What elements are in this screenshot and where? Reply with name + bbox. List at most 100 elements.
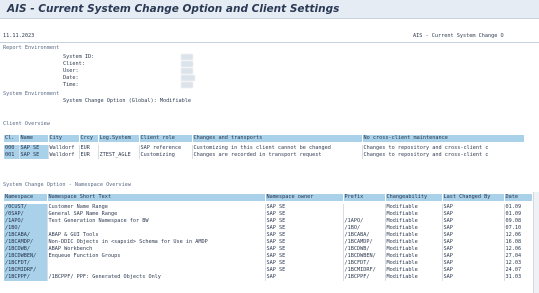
column-header[interactable]: Last Changed By: [442, 194, 505, 201]
cell-city: Walldorf: [48, 152, 80, 159]
cell-date: 12.03: [505, 260, 522, 266]
cell-short-text: Non-DDIC Objects in <sapsid> Schema for …: [47, 239, 266, 246]
field-system-id: System ID:: [63, 54, 95, 60]
cell-currency: EUR: [79, 145, 99, 152]
cell-last-changed-by: SAP: [442, 218, 505, 225]
window-title: AIS - Current System Change Option and C…: [7, 3, 340, 15]
cell-date: 24.07: [505, 267, 522, 273]
cell-namespace: /1BO/: [4, 225, 48, 232]
vertical-scrollbar[interactable]: [533, 192, 539, 293]
cell-short-text: [47, 260, 266, 267]
column-header[interactable]: Prefix: [343, 194, 386, 201]
cell-client: 000: [4, 145, 20, 152]
table-row[interactable]: /1BCPPF/ /1BCPPF/ PPF: Generated Objects…: [4, 274, 532, 281]
cell-changes-transports: Customizing in this client cannot be cha…: [192, 145, 363, 152]
cell-last-changed-by: SAP: [442, 232, 505, 239]
table-header-row: Namespace Namespace Short Text Namespace…: [4, 194, 532, 201]
cell-changeability: Modifiable: [385, 225, 443, 232]
cell-namespace: /1BCAMDP/: [4, 239, 48, 246]
cell-namespace: /1BCMIDRF/: [4, 267, 48, 274]
cell-prefix: /1BCFDT/: [343, 260, 386, 267]
table-row[interactable]: /1APO/ Test Generation Namespace for BW …: [4, 218, 532, 225]
namespace-overview-heading: System Change Option - Namespace Overvie…: [3, 182, 132, 188]
cell-prefix: /1BO/: [343, 225, 386, 232]
column-header[interactable]: Client role: [139, 135, 193, 142]
cell-owner: SAP SE: [265, 260, 344, 267]
cell-date: 16.08: [505, 239, 522, 245]
cell-date: 07.10: [505, 225, 522, 231]
column-header[interactable]: Namespace: [4, 194, 48, 201]
cell-namespace: /0SAP/: [4, 211, 48, 218]
cell-client: 001: [4, 152, 20, 159]
cell-log-system: ZTEST_AGLE: [97, 152, 140, 159]
field-user: User:: [63, 68, 79, 74]
column-header[interactable]: Date: [504, 194, 532, 201]
column-header[interactable]: No cross-client maintenance: [362, 135, 524, 142]
cell-changeability: Modifiable: [385, 232, 443, 239]
column-header[interactable]: Namespace Short Text: [47, 194, 266, 201]
table-row[interactable]: /1BCFDT/ SAP SE /1BCFDT/ Modifiable SAP …: [4, 260, 532, 267]
cell-log-system: [98, 145, 140, 152]
table-row[interactable]: 001 SAP SE Walldorf EUR ZTEST_AGLE Custo…: [4, 152, 524, 159]
table-row[interactable]: /1BO/ SAP SE /1BO/ Modifiable SAP 07.10: [4, 225, 532, 232]
cell-prefix: /1BCAMDP/: [343, 239, 386, 246]
column-header[interactable]: City: [48, 135, 80, 142]
namespace-overview-table: Namespace Namespace Short Text Namespace…: [4, 194, 532, 281]
cell-changeability: Modifiable: [385, 260, 443, 267]
cell-prefix: /1BCMIDRF/: [343, 267, 386, 274]
report-header-title: AIS - Current System Change O: [413, 33, 504, 39]
cell-prefix: /1BCABA/: [343, 232, 386, 239]
cell-date: 09.08: [505, 218, 522, 224]
cell-last-changed-by: SAP: [442, 211, 505, 218]
cell-short-text: Enqueue Function Groups: [47, 253, 266, 260]
column-header[interactable]: Cl.: [4, 135, 20, 142]
column-header[interactable]: Changes and transports: [192, 135, 363, 142]
cell-namespace: /1BCDWBEN/: [4, 253, 48, 260]
table-row[interactable]: 000 SAP SE Walldorf EUR SAP reference Cu…: [4, 145, 524, 152]
cell-cross-client: Changes to repository and cross-client c: [363, 152, 489, 158]
table-row[interactable]: /0SAP/ General SAP Name Range SAP SE Mod…: [4, 211, 532, 218]
cell-changes-transports: Changes are recorded in transport reques…: [192, 152, 363, 159]
table-row[interactable]: /1BCMIDRF/ SAP SE /1BCMIDRF/ Modifiable …: [4, 267, 532, 274]
cell-short-text: General SAP Name Range: [47, 211, 266, 218]
redacted-value: [181, 61, 193, 67]
cell-changeability: Modifiable: [385, 211, 443, 218]
redacted-value: [181, 82, 193, 88]
column-header[interactable]: Name: [19, 135, 49, 142]
cell-owner: SAP SE: [265, 204, 344, 211]
cell-short-text: /1BCPPF/ PPF: Generated Objects Only: [47, 274, 266, 281]
field-date: Date:: [63, 75, 79, 81]
cell-prefix: /1BCDWBEN/: [343, 253, 386, 260]
cell-cross-client: Changes to repository and cross-client c: [363, 145, 489, 151]
table-row[interactable]: /1BCDWBEN/ Enqueue Function Groups SAP S…: [4, 253, 532, 260]
cell-client-role: SAP reference: [139, 145, 193, 152]
cell-prefix: [343, 211, 386, 218]
column-header[interactable]: Namespace owner: [265, 194, 344, 201]
table-row[interactable]: /0CUST/ Customer Name Range SAP SE Modif…: [4, 204, 532, 211]
cell-changeability: Modifiable: [385, 204, 443, 211]
cell-short-text: ABAP & GUI Tools: [47, 232, 266, 239]
table-row[interactable]: /1BCABA/ ABAP & GUI Tools SAP SE /1BCABA…: [4, 232, 532, 239]
cell-currency: EUR: [79, 152, 99, 159]
table-row[interactable]: /1BCDWB/ ABAP Workbench SAP SE /1BCDWB/ …: [4, 246, 532, 253]
redacted-value: [181, 75, 195, 81]
column-header[interactable]: Crcy: [79, 135, 99, 142]
cell-last-changed-by: SAP: [442, 267, 505, 274]
cell-changeability: Modifiable: [385, 267, 443, 274]
cell-owner: SAP SE: [265, 225, 344, 232]
cell-changeability: Modifiable: [385, 253, 443, 260]
cell-name: SAP SE: [19, 152, 49, 159]
cell-namespace: /1BCDWB/: [4, 246, 48, 253]
cell-changeability: Modifiable: [385, 274, 443, 281]
column-header[interactable]: Log.System: [98, 135, 140, 142]
redacted-value: [181, 54, 193, 60]
system-environment-heading: System Environment: [3, 91, 60, 97]
table-row[interactable]: /1BCAMDP/ Non-DDIC Objects in <sapsid> S…: [4, 239, 532, 246]
report-environment-heading: Report Environment: [3, 45, 60, 51]
column-header[interactable]: Changeability: [385, 194, 443, 201]
cell-owner: SAP SE: [265, 239, 344, 246]
redacted-value: [181, 68, 193, 74]
table-header-row: Cl. Name City Crcy Log.System Client rol…: [4, 135, 524, 142]
header-divider: [0, 42, 539, 43]
cell-last-changed-by: SAP: [442, 246, 505, 253]
